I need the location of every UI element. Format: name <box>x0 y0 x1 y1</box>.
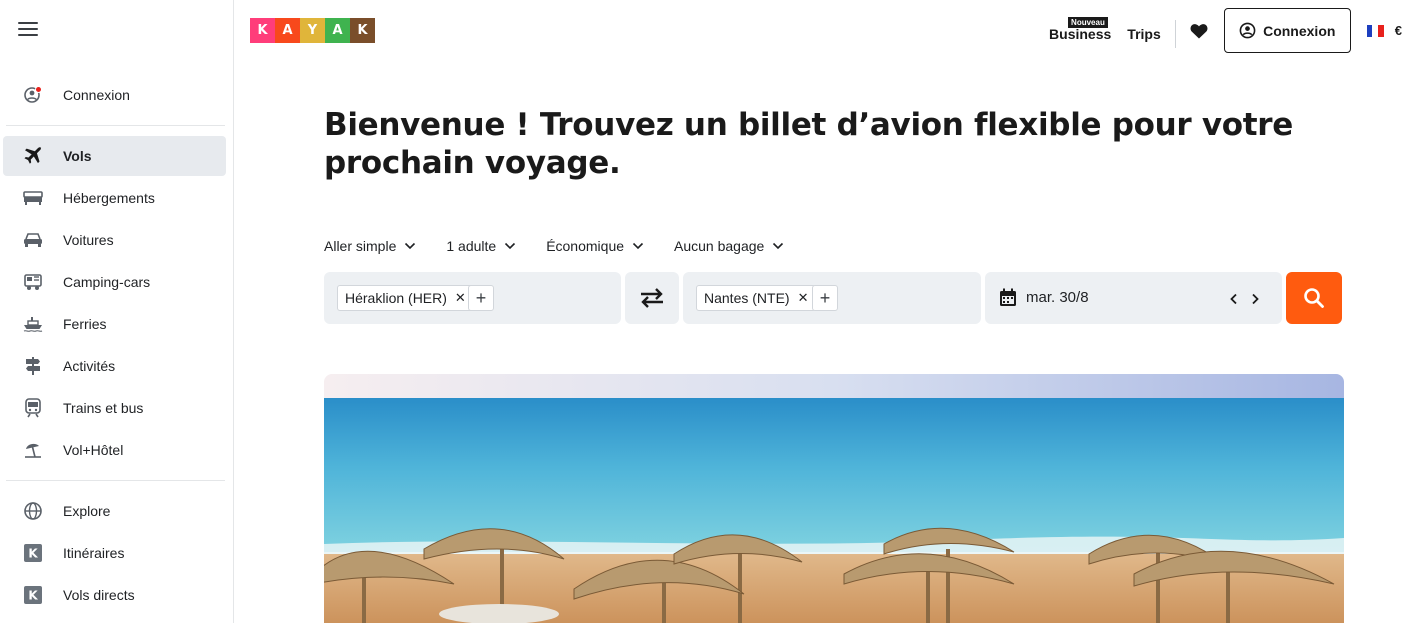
cabin-class-dropdown[interactable]: Économique <box>546 238 644 254</box>
search-button[interactable] <box>1286 272 1342 324</box>
sidebar-item-label: Vols directs <box>63 587 135 603</box>
header-divider <box>1174 19 1176 48</box>
chevron-down-icon <box>632 242 644 250</box>
signpost-icon <box>3 356 63 376</box>
camper-icon <box>3 273 63 291</box>
plane-icon <box>3 145 63 167</box>
trips-link[interactable]: Trips <box>1127 20 1160 42</box>
header-actions: Nouveau Business Trips Connexion € <box>1049 8 1402 53</box>
logo-letter: A <box>325 18 350 43</box>
swap-arrows-icon <box>641 288 663 308</box>
bags-label: Aucun bagage <box>674 238 765 254</box>
cabin-class-label: Économique <box>546 238 625 254</box>
language-currency-selector[interactable]: € <box>1366 23 1402 38</box>
sidebar-item-vols[interactable]: Vols <box>3 136 226 176</box>
kayak-logo[interactable]: K A Y A K <box>250 18 375 43</box>
logo-letter: K <box>350 18 375 43</box>
sidebar-item-label: Trains et bus <box>63 400 144 416</box>
sidebar-item-label: Explore <box>63 503 111 519</box>
svg-text:K: K <box>28 589 38 603</box>
chevron-down-icon <box>505 242 516 250</box>
destination-value: Nantes (NTE) <box>704 290 790 306</box>
user-icon <box>1239 22 1256 39</box>
sidebar-item-hebergements[interactable]: Hébergements <box>3 178 226 218</box>
logo-letter: A <box>275 18 300 43</box>
origin-field[interactable]: Héraklion (HER) ✕ + <box>324 272 621 324</box>
calendar-icon <box>1000 288 1016 306</box>
heart-icon[interactable] <box>1190 23 1208 44</box>
hero-beach-image <box>324 374 1344 623</box>
sidebar-item-vols-directs[interactable]: K Vols directs <box>3 575 226 615</box>
ferry-icon <box>3 316 63 332</box>
train-icon <box>3 398 63 418</box>
france-flag-icon <box>1366 24 1384 37</box>
close-icon[interactable]: ✕ <box>798 290 809 306</box>
trip-type-dropdown[interactable]: Aller simple <box>324 238 416 254</box>
business-label: Business <box>1049 25 1112 42</box>
date-value: mar. 30/8 <box>1026 289 1089 306</box>
close-icon[interactable]: ✕ <box>455 290 466 306</box>
sidebar-item-activites[interactable]: Activités <box>3 346 226 386</box>
sidebar-item-explore[interactable]: Explore <box>3 491 226 531</box>
chevron-down-icon <box>405 242 416 250</box>
sidebar-item-ferries[interactable]: Ferries <box>3 304 226 344</box>
sidebar-item-label: Vol+Hôtel <box>63 442 124 458</box>
sidebar-item-itineraires[interactable]: K Itinéraires <box>3 533 226 573</box>
kayak-k-icon: K <box>3 544 63 562</box>
sidebar-item-label: Itinéraires <box>63 545 125 561</box>
car-icon <box>3 232 63 248</box>
sidebar-item-label: Vols <box>63 148 92 164</box>
origin-tag: Héraklion (HER) ✕ <box>337 285 474 311</box>
globe-icon <box>3 501 63 521</box>
beach-umbrella-icon <box>3 441 63 459</box>
trip-type-label: Aller simple <box>324 238 397 254</box>
kayak-k-icon: K <box>3 586 63 604</box>
currency-label: € <box>1394 23 1402 38</box>
swap-button[interactable] <box>625 272 679 324</box>
destination-field[interactable]: Nantes (NTE) ✕ + <box>683 272 981 324</box>
sidebar-item-vol-hotel[interactable]: Vol+Hôtel <box>3 430 226 470</box>
search-icon <box>1304 288 1324 308</box>
search-options: Aller simple 1 adulte Économique Aucun b… <box>324 238 814 254</box>
sidebar-item-label: Ferries <box>63 316 107 332</box>
sidebar: Connexion Vols Hébergements Voitures Cam… <box>0 0 234 623</box>
add-destination-button[interactable]: + <box>812 285 838 311</box>
sidebar-item-label: Activités <box>63 358 116 374</box>
add-origin-button[interactable]: + <box>468 285 494 311</box>
destination-tag: Nantes (NTE) ✕ <box>696 285 817 311</box>
sidebar-item-label: Hébergements <box>63 190 155 206</box>
sidebar-item-login[interactable]: Connexion <box>3 75 226 115</box>
new-badge: Nouveau <box>1068 16 1108 28</box>
travelers-label: 1 adulte <box>446 238 497 254</box>
date-field[interactable]: mar. 30/8 <box>985 272 1282 324</box>
travelers-dropdown[interactable]: 1 adulte <box>446 238 516 254</box>
svg-text:K: K <box>28 547 38 561</box>
sidebar-item-label: Connexion <box>63 87 130 103</box>
user-notification-icon <box>3 85 63 105</box>
chevron-down-icon <box>773 242 784 250</box>
sidebar-divider <box>6 125 225 126</box>
sidebar-item-camping-cars[interactable]: Camping-cars <box>3 262 226 302</box>
login-button[interactable]: Connexion <box>1223 8 1351 53</box>
sidebar-item-label: Voitures <box>63 232 114 248</box>
logo-letter: K <box>250 18 275 43</box>
chevron-right-icon[interactable] <box>1251 293 1259 305</box>
logo-letter: Y <box>300 18 325 43</box>
chevron-left-icon[interactable] <box>1230 293 1238 305</box>
origin-value: Héraklion (HER) <box>345 290 447 306</box>
login-button-label: Connexion <box>1263 22 1336 39</box>
sidebar-item-trains[interactable]: Trains et bus <box>3 388 226 428</box>
menu-icon[interactable] <box>18 22 38 38</box>
bed-icon <box>3 190 63 206</box>
business-link[interactable]: Nouveau Business <box>1049 16 1112 42</box>
sidebar-item-voitures[interactable]: Voitures <box>3 220 226 260</box>
page-title: Bienvenue ! Trouvez un billet d’avion fl… <box>324 107 1294 181</box>
bags-dropdown[interactable]: Aucun bagage <box>674 238 784 254</box>
sidebar-divider <box>6 480 225 481</box>
sidebar-item-label: Camping-cars <box>63 274 151 290</box>
